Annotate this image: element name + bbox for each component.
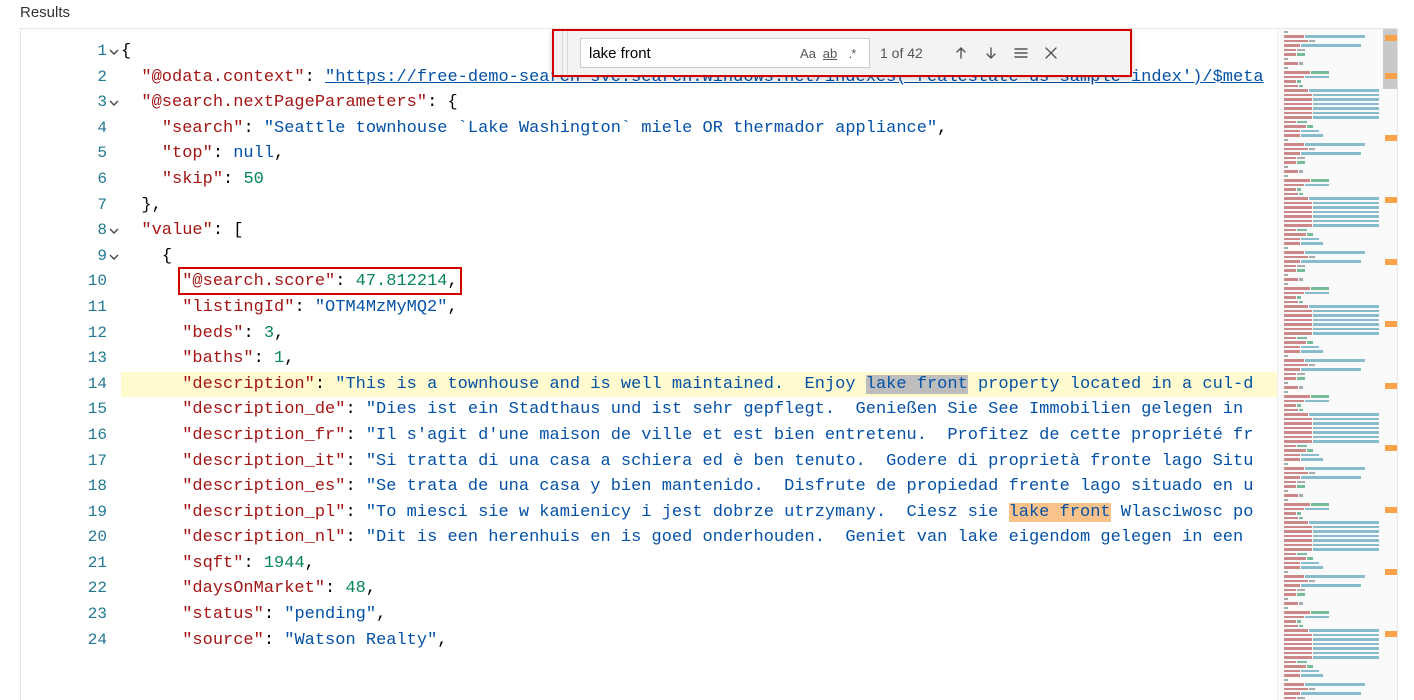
code-line[interactable]: "skip": 50: [121, 167, 1277, 193]
code-line[interactable]: "value": [: [121, 218, 1277, 244]
line-number: 2: [21, 65, 107, 91]
minimap-match-marker: [1385, 383, 1397, 389]
line-number: 23: [21, 602, 107, 628]
line-number: 21: [21, 551, 107, 577]
minimap-match-marker: [1385, 445, 1397, 451]
code-line[interactable]: "@search.score": 47.812214,: [121, 269, 1277, 295]
line-number: 24: [21, 628, 107, 654]
line-number: 18: [21, 474, 107, 500]
minimap-match-marker: [1385, 259, 1397, 265]
code-line[interactable]: "description": "This is a townhouse and …: [121, 372, 1277, 398]
fold-chevron-icon[interactable]: [107, 90, 121, 116]
fold-chevron-icon[interactable]: [107, 218, 121, 244]
code-line[interactable]: "beds": 3,: [121, 321, 1277, 347]
code-line[interactable]: "daysOnMarket": 48,: [121, 576, 1277, 602]
results-header: Results: [0, 0, 1414, 28]
line-number: 15: [21, 397, 107, 423]
minimap-match-marker: [1385, 569, 1397, 575]
code-line[interactable]: "top": null,: [121, 141, 1277, 167]
line-number: 8: [21, 218, 107, 244]
find-resize-sash[interactable]: [562, 31, 568, 75]
code-line[interactable]: "description_pl": "To miesci sie w kamie…: [121, 500, 1277, 526]
code-area[interactable]: { "@odata.context": "https://free-demo-s…: [121, 29, 1277, 700]
match-whole-word-toggle[interactable]: ab: [819, 42, 841, 64]
code-line[interactable]: "status": "pending",: [121, 602, 1277, 628]
minimap[interactable]: [1277, 29, 1397, 700]
line-number: 22: [21, 576, 107, 602]
line-number: 1: [21, 39, 107, 65]
find-match-counter: 1 of 42: [880, 45, 940, 61]
minimap-match-marker: [1385, 197, 1397, 203]
code-line[interactable]: "description_fr": "Il s'agit d'une maiso…: [121, 423, 1277, 449]
use-regex-toggle[interactable]: .*: [841, 42, 863, 64]
code-line[interactable]: {: [121, 244, 1277, 270]
minimap-match-marker: [1385, 507, 1397, 513]
code-line[interactable]: "source": "Watson Realty",: [121, 628, 1277, 654]
line-number: 3: [21, 90, 107, 116]
line-number: 4: [21, 116, 107, 142]
minimap-match-marker: [1385, 631, 1397, 637]
minimap-match-marker: [1385, 73, 1397, 79]
code-line[interactable]: "description_es": "Se trata de una casa …: [121, 474, 1277, 500]
line-number: 7: [21, 193, 107, 219]
code-line[interactable]: "@search.nextPageParameters": {: [121, 90, 1277, 116]
minimap-match-marker: [1385, 35, 1397, 41]
search-match-current: lake front: [866, 375, 968, 394]
line-number: 19: [21, 500, 107, 526]
line-number: 16: [21, 423, 107, 449]
find-in-selection-button[interactable]: [1010, 42, 1032, 64]
line-number: 5: [21, 141, 107, 167]
code-line[interactable]: "description_it": "Si tratta di una casa…: [121, 449, 1277, 475]
line-number: 10: [21, 269, 107, 295]
code-line[interactable]: "sqft": 1944,: [121, 551, 1277, 577]
line-number-gutter: 123456789101112131415161718192021222324: [21, 29, 121, 700]
line-number: 20: [21, 525, 107, 551]
minimap-match-marker: [1385, 321, 1397, 327]
find-input-wrap: Aa ab .*: [580, 38, 870, 68]
code-line[interactable]: "baths": 1,: [121, 346, 1277, 372]
find-close-button[interactable]: [1040, 42, 1062, 64]
match-case-toggle[interactable]: Aa: [797, 42, 819, 64]
code-line[interactable]: "description_de": "Dies ist ein Stadthau…: [121, 397, 1277, 423]
line-number: 12: [21, 321, 107, 347]
line-number: 9: [21, 244, 107, 270]
results-title: Results: [20, 4, 70, 21]
line-number: 14: [21, 372, 107, 398]
line-number: 11: [21, 295, 107, 321]
find-next-button[interactable]: [980, 42, 1002, 64]
minimap-match-marker: [1385, 135, 1397, 141]
line-number: 13: [21, 346, 107, 372]
fold-chevron-icon[interactable]: [107, 244, 121, 270]
code-line[interactable]: },: [121, 193, 1277, 219]
code-line[interactable]: "listingId": "OTM4MzMyMQ2",: [121, 295, 1277, 321]
find-widget: Aa ab .* 1 of 42: [552, 29, 1132, 77]
fold-chevron-icon[interactable]: [107, 39, 121, 65]
code-line[interactable]: "description_nl": "Dit is een herenhuis …: [121, 525, 1277, 551]
line-number: 6: [21, 167, 107, 193]
line-number: 17: [21, 449, 107, 475]
editor-frame: 123456789101112131415161718192021222324 …: [20, 28, 1398, 700]
find-input[interactable]: [587, 44, 797, 63]
find-prev-button[interactable]: [950, 42, 972, 64]
search-match: lake front: [1009, 503, 1111, 522]
code-line[interactable]: "search": "Seattle townhouse `Lake Washi…: [121, 116, 1277, 142]
